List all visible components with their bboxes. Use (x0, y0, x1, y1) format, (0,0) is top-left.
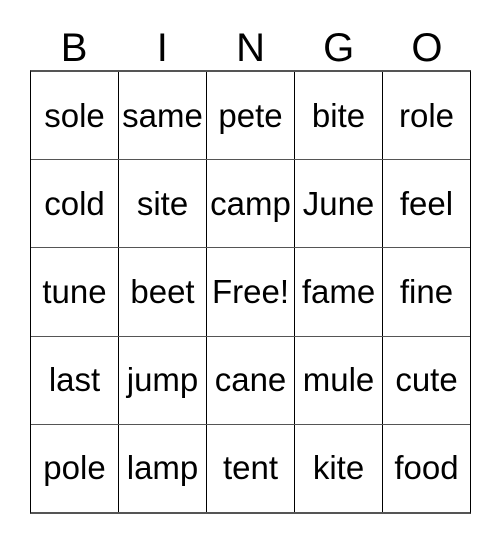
bingo-cell[interactable]: mule (295, 336, 383, 424)
bingo-row: sole same pete bite role (31, 72, 470, 161)
header-letter-o: O (411, 26, 443, 70)
bingo-cell[interactable]: jump (119, 336, 207, 424)
bingo-cell[interactable]: lamp (119, 424, 207, 513)
bingo-cell[interactable]: kite (295, 424, 383, 513)
bingo-card: B I N G O sole same pete bite role cold … (0, 0, 500, 544)
bingo-cell[interactable]: pole (31, 424, 119, 513)
bingo-cell[interactable]: same (119, 72, 207, 160)
bingo-cell[interactable]: cute (383, 337, 470, 424)
bingo-cell[interactable]: role (383, 72, 470, 159)
bingo-cell[interactable]: tune (31, 248, 119, 336)
header-letter-g: G (323, 26, 355, 70)
bingo-cell[interactable]: sole (31, 72, 119, 160)
bingo-cell[interactable]: fine (383, 248, 470, 335)
bingo-row: pole lamp tent kite food (31, 424, 470, 513)
bingo-header: B I N G O (30, 22, 471, 70)
bingo-cell-free-space[interactable]: Free! (207, 248, 295, 336)
bingo-row: last jump cane mule cute (31, 336, 470, 425)
bingo-cell[interactable]: June (295, 160, 383, 248)
bingo-row: cold site camp June feel (31, 160, 470, 249)
bingo-cell[interactable]: food (383, 425, 470, 512)
header-letter-b: B (60, 26, 88, 70)
bingo-cell[interactable]: fame (295, 248, 383, 336)
bingo-cell[interactable]: site (119, 160, 207, 248)
bingo-cell[interactable]: feel (383, 160, 470, 247)
bingo-cell[interactable]: camp (207, 160, 295, 248)
bingo-cell[interactable]: pete (207, 72, 295, 160)
bingo-row: tune beet Free! fame fine (31, 248, 470, 337)
bingo-cell[interactable]: bite (295, 72, 383, 160)
bingo-cell[interactable]: tent (207, 424, 295, 513)
bingo-cell[interactable]: cane (207, 336, 295, 424)
header-letter-n: N (236, 26, 265, 70)
bingo-cell[interactable]: beet (119, 248, 207, 336)
bingo-grid: sole same pete bite role cold site camp … (30, 70, 471, 514)
bingo-cell[interactable]: cold (31, 160, 119, 248)
header-letter-i: I (156, 26, 168, 70)
bingo-cell[interactable]: last (31, 336, 119, 424)
